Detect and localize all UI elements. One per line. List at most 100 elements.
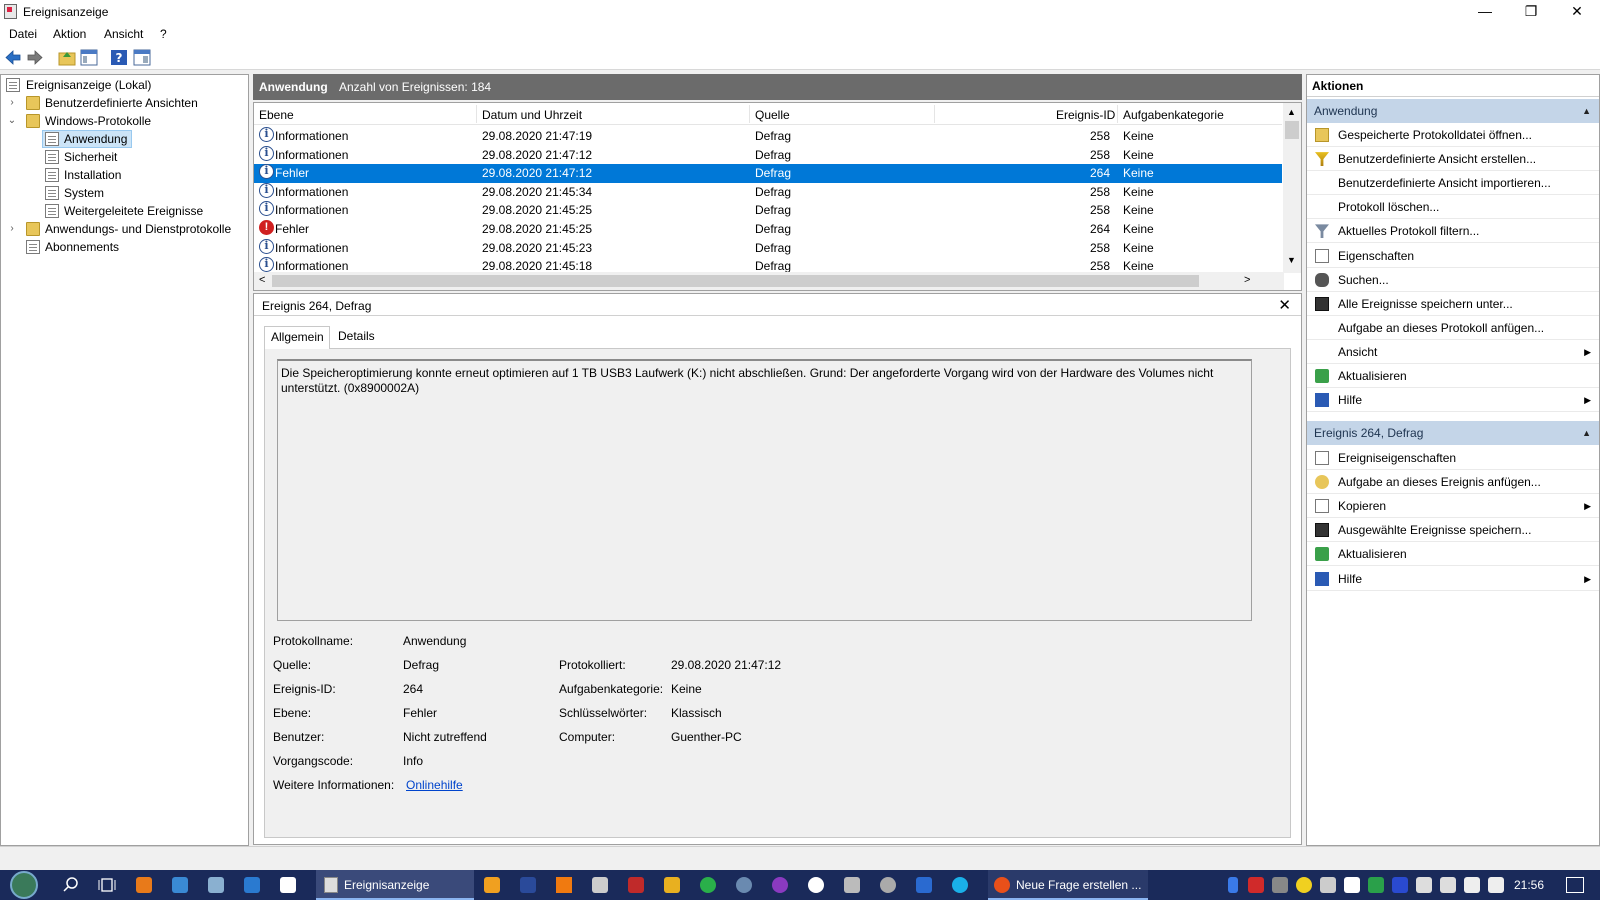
- shield-icon[interactable]: [1368, 877, 1384, 893]
- collapse-arrow-icon[interactable]: ⌄: [6, 112, 18, 130]
- show-hide-tree-icon[interactable]: [80, 49, 98, 66]
- scroll-thumb[interactable]: [1285, 121, 1299, 139]
- hscroll-thumb[interactable]: [272, 275, 1199, 287]
- action-item-3[interactable]: Benutzerdefinierte Ansicht importieren..…: [1307, 171, 1599, 196]
- scroll-up-icon[interactable]: ▲: [1287, 107, 1296, 117]
- taskbar-app-icon[interactable]: [136, 877, 152, 893]
- table-row[interactable]: i Informationen 29.08.2020 21:47:19 Defrag K…: [254, 127, 1282, 146]
- store-icon[interactable]: [280, 877, 296, 893]
- taskbar-app-icon[interactable]: [880, 877, 896, 893]
- column-date[interactable]: Datum und Uhrzeit: [482, 108, 582, 122]
- action-item-6[interactable]: Eigenschaften: [1307, 244, 1599, 268]
- taskbar-app-icon[interactable]: [700, 877, 716, 893]
- column-source[interactable]: Quelle: [755, 108, 790, 122]
- action-item-11[interactable]: Aktualisieren: [1307, 364, 1599, 388]
- taskbar-app-icon[interactable]: [808, 877, 824, 893]
- close-detail-icon[interactable]: ✕: [1278, 296, 1291, 314]
- back-arrow-icon[interactable]: [4, 49, 22, 66]
- action-item-5[interactable]: Aktuelles Protokoll filtern...: [1307, 219, 1599, 244]
- mail-icon[interactable]: [1344, 877, 1360, 893]
- taskbar-app-icon[interactable]: [520, 877, 536, 893]
- actions-section-event[interactable]: Ereignis 264, Defrag ▲: [1307, 421, 1599, 445]
- table-row[interactable]: i Fehler 29.08.2020 21:47:12 Defrag Keine 264: [254, 164, 1282, 184]
- forward-arrow-icon[interactable]: [26, 49, 44, 66]
- scroll-left-icon[interactable]: <: [259, 274, 265, 286]
- tab-general[interactable]: Allgemein: [264, 326, 330, 349]
- taskbar-app-icon[interactable]: [844, 877, 860, 893]
- tray-app-icon[interactable]: [1392, 877, 1408, 893]
- collapse-section-icon[interactable]: ▲: [1582, 421, 1591, 445]
- action-item-1[interactable]: Ereigniseigenschaften: [1307, 446, 1599, 470]
- tab-details[interactable]: Details: [332, 326, 381, 349]
- table-row[interactable]: i Informationen 29.08.2020 21:45:25 Defrag K…: [254, 201, 1282, 220]
- menu-file[interactable]: Datei: [9, 27, 37, 41]
- taskbar-app-icon[interactable]: [484, 877, 500, 893]
- bluetooth-icon[interactable]: [1228, 877, 1238, 893]
- taskbar-app-icon[interactable]: [664, 877, 680, 893]
- menu-view[interactable]: Ansicht: [104, 27, 143, 41]
- taskbar-app-icon[interactable]: [772, 877, 788, 893]
- task-view-icon[interactable]: [98, 877, 116, 893]
- column-task-category[interactable]: Aufgabenkategorie: [1123, 108, 1224, 122]
- action-item-4[interactable]: Ausgewählte Ereignisse speichern...: [1307, 518, 1599, 543]
- help-icon[interactable]: ?: [110, 49, 128, 66]
- clock[interactable]: 21:56: [1514, 878, 1544, 892]
- tray-app-icon[interactable]: [1320, 877, 1336, 893]
- action-item-1[interactable]: Gespeicherte Protokolldatei öffnen...: [1307, 123, 1599, 147]
- table-row[interactable]: i Informationen 29.08.2020 21:47:12 Defrag K…: [254, 145, 1282, 165]
- start-orb-icon[interactable]: [10, 871, 38, 899]
- column-level[interactable]: Ebene: [259, 108, 294, 122]
- search-icon[interactable]: [63, 877, 79, 893]
- taskbar-app-icon[interactable]: [208, 877, 224, 893]
- table-row[interactable]: i Informationen 29.08.2020 21:45:23 Defrag K…: [254, 238, 1282, 258]
- action-item-7[interactable]: Suchen...: [1307, 268, 1599, 292]
- taskbar-app-icon[interactable]: [172, 877, 188, 893]
- tray-app-icon[interactable]: [1440, 877, 1456, 893]
- vertical-scrollbar[interactable]: ▲ ▼: [1283, 103, 1301, 273]
- action-item-8[interactable]: Alle Ereignisse speichern unter...: [1307, 292, 1599, 316]
- action-item-10[interactable]: Ansicht ▶: [1307, 340, 1599, 364]
- folder-up-icon[interactable]: [58, 49, 76, 66]
- close-button[interactable]: ✕: [1554, 0, 1600, 24]
- tray-app-icon[interactable]: [1272, 877, 1288, 893]
- taskbar-event-viewer[interactable]: Ereignisanzeige: [316, 870, 474, 900]
- scroll-down-icon[interactable]: ▼: [1287, 255, 1296, 265]
- action-item-12[interactable]: Hilfe ▶: [1307, 388, 1599, 413]
- tray-app-icon[interactable]: [1416, 877, 1432, 893]
- volume-icon[interactable]: [1488, 877, 1504, 893]
- actions-section-application[interactable]: Anwendung ▲: [1307, 99, 1599, 123]
- menu-action[interactable]: Aktion: [53, 27, 86, 41]
- expand-arrow-icon[interactable]: ›: [6, 94, 18, 112]
- network-icon[interactable]: [1464, 877, 1480, 893]
- scroll-right-icon[interactable]: >: [1244, 274, 1250, 286]
- vlc-icon[interactable]: [556, 877, 572, 893]
- camera-icon[interactable]: [592, 877, 608, 893]
- notification-icon[interactable]: [1566, 877, 1584, 893]
- taskbar-app-icon[interactable]: [628, 877, 644, 893]
- horizontal-scrollbar[interactable]: < >: [254, 272, 1284, 290]
- online-help-link[interactable]: Onlinehilfe: [406, 778, 463, 792]
- taskbar-browser[interactable]: Neue Frage erstellen ...: [988, 870, 1148, 900]
- menu-help[interactable]: ?: [160, 27, 167, 41]
- action-item-3[interactable]: Kopieren ▶: [1307, 494, 1599, 519]
- expand-arrow-icon[interactable]: ›: [6, 220, 18, 238]
- skype-icon[interactable]: [952, 877, 968, 893]
- collapse-section-icon[interactable]: ▲: [1582, 99, 1591, 123]
- taskbar-app-icon[interactable]: [916, 877, 932, 893]
- table-row[interactable]: ! Fehler 29.08.2020 21:45:25 Defrag Keine 264: [254, 220, 1282, 239]
- taskbar-app-icon[interactable]: [736, 877, 752, 893]
- action-item-5[interactable]: Aktualisieren: [1307, 542, 1599, 567]
- action-item-9[interactable]: Aufgabe an dieses Protokoll anfügen...: [1307, 316, 1599, 340]
- action-item-6[interactable]: Hilfe ▶: [1307, 567, 1599, 591]
- action-item-2[interactable]: Aufgabe an dieses Ereignis anfügen...: [1307, 470, 1599, 495]
- taskbar-app-icon[interactable]: [244, 877, 260, 893]
- action-item-2[interactable]: Benutzerdefinierte Ansicht erstellen...: [1307, 147, 1599, 172]
- action-item-4[interactable]: Protokoll löschen...: [1307, 195, 1599, 220]
- event-message[interactable]: Die Speicheroptimierung konnte erneut op…: [277, 359, 1252, 621]
- restore-button[interactable]: ❐: [1508, 0, 1554, 24]
- minimize-button[interactable]: —: [1462, 0, 1508, 24]
- tray-app-icon[interactable]: [1248, 877, 1264, 893]
- column-event-id[interactable]: Ereignis-ID: [1056, 108, 1115, 122]
- tree-item-application[interactable]: Anwendung: [42, 130, 132, 148]
- table-row[interactable]: i Informationen 29.08.2020 21:45:34 Defrag K…: [254, 182, 1282, 202]
